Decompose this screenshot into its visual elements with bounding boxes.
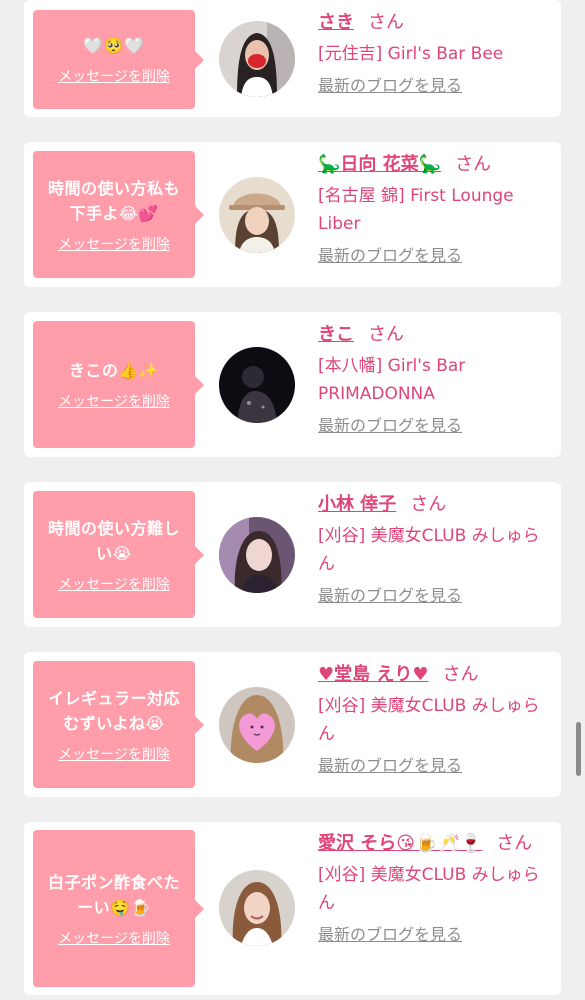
message-bubble: 時間の使い方私も下手よ😂💕 メッセージを削除: [33, 151, 204, 278]
delete-message-link[interactable]: メッセージを削除: [58, 744, 170, 764]
message-bubble: イレギュラー対応むずいよね😭 メッセージを削除: [33, 661, 204, 788]
girl-info: 🦕日向 花菜🦕 さん [名古屋 錦] First Lounge Liber 最新の…: [318, 152, 548, 268]
message-bubble: 白子ポン酢食べたーい🤤🍺 メッセージを削除: [33, 830, 204, 987]
message-card: 時間の使い方私も下手よ😂💕 メッセージを削除 🦕日向 花菜🦕 さん [名古屋 錦]…: [24, 142, 561, 287]
pink-heart-face-photo-icon: [219, 687, 295, 763]
message-bubble: 時間の使い方難しい😭 メッセージを削除: [33, 491, 204, 618]
scrollbar-thumb[interactable]: [576, 722, 581, 776]
latest-blog-link[interactable]: 最新のブログを見る: [318, 414, 548, 438]
message-card: きこの👍✨ メッセージを削除 きこ さん [本八幡] Girl's Bar PRI…: [24, 312, 561, 457]
message-card: 時間の使い方難しい😭 メッセージを削除 小林 倖子 さん [刈谷] 美魔女CLUB…: [24, 482, 561, 627]
honorific: さん: [410, 494, 447, 515]
avatar[interactable]: [219, 517, 295, 593]
honorific: さん: [455, 154, 492, 175]
girl-name-link[interactable]: 小林 倖子: [318, 494, 396, 515]
message-bubble: きこの👍✨ メッセージを削除: [33, 321, 204, 448]
girl-name-link[interactable]: ♥堂島 えり♥: [318, 664, 429, 685]
name-line: さき さん: [318, 10, 548, 36]
message-text: イレギュラー対応むずいよね😭: [47, 688, 180, 733]
latest-blog-link[interactable]: 最新のブログを見る: [318, 923, 548, 947]
name-line: きこ さん: [318, 322, 548, 348]
dark-night-photo-icon: [219, 347, 295, 423]
honorific: さん: [496, 833, 533, 854]
name-line: ♥堂島 えり♥ さん: [318, 662, 548, 688]
girl-name-link[interactable]: 愛沢 そら😘🍺🥂🍷: [318, 833, 482, 854]
honorific: さん: [442, 664, 479, 685]
message-text: 時間の使い方難しい😭: [47, 518, 180, 563]
latest-blog-link[interactable]: 最新のブログを見る: [318, 74, 548, 98]
shop-label: [名古屋 錦] First Lounge Liber: [318, 186, 514, 234]
message-card: 白子ポン酢食べたーい🤤🍺 メッセージを削除 愛沢 そら😘🍺🥂🍷 さん [刈谷] 美…: [24, 822, 561, 995]
avatar[interactable]: [219, 687, 295, 763]
girl-info: さき さん [元住吉] Girl's Bar Bee 最新のブログを見る: [318, 10, 548, 98]
girl-info: 愛沢 そら😘🍺🥂🍷 さん [刈谷] 美魔女CLUB みしゅらん 最新のブログを見る: [318, 831, 548, 947]
message-card: イレギュラー対応むずいよね😭 メッセージを削除 ♥堂島 えり♥ さん [刈谷] 美…: [24, 652, 561, 797]
girl-info: 小林 倖子 さん [刈谷] 美魔女CLUB みしゅらん 最新のブログを見る: [318, 492, 548, 608]
woman-red-mask-photo-icon: [219, 21, 295, 97]
shop-label: [刈谷] 美魔女CLUB みしゅらん: [318, 526, 540, 574]
shop-label: [元住吉] Girl's Bar Bee: [318, 44, 504, 64]
delete-message-link[interactable]: メッセージを削除: [58, 234, 170, 254]
girl-name-link[interactable]: きこ: [318, 324, 354, 345]
avatar[interactable]: [219, 870, 295, 946]
name-line: 小林 倖子 さん: [318, 492, 548, 518]
message-text: きこの👍✨: [68, 361, 160, 380]
girl-info: ♥堂島 えり♥ さん [刈谷] 美魔女CLUB みしゅらん 最新のブログを見る: [318, 662, 548, 778]
message-bubble: 🤍🥺🤍 メッセージを削除: [33, 10, 204, 109]
woman-beige-cap-photo-icon: [219, 177, 295, 253]
latest-blog-link[interactable]: 最新のブログを見る: [318, 244, 548, 268]
woman-purple-light-photo-icon: [219, 517, 295, 593]
shop-label: [本八幡] Girl's Bar PRIMADONNA: [318, 356, 466, 404]
woman-smiling-photo-icon: [219, 870, 295, 946]
latest-blog-link[interactable]: 最新のブログを見る: [318, 754, 548, 778]
avatar[interactable]: [219, 21, 295, 97]
delete-message-link[interactable]: メッセージを削除: [58, 928, 170, 948]
message-list: 🤍🥺🤍 メッセージを削除 さき さん [元住吉] Girl's Bar Bee 最…: [0, 0, 585, 1000]
delete-message-link[interactable]: メッセージを削除: [58, 574, 170, 594]
girl-name-link[interactable]: さき: [318, 12, 354, 33]
avatar[interactable]: [219, 347, 295, 423]
message-text: 時間の使い方私も下手よ😂💕: [47, 178, 180, 223]
girl-name-link[interactable]: 🦕日向 花菜🦕: [318, 154, 441, 175]
latest-blog-link[interactable]: 最新のブログを見る: [318, 584, 548, 608]
message-card: 🤍🥺🤍 メッセージを削除 さき さん [元住吉] Girl's Bar Bee 最…: [24, 0, 561, 117]
shop-label: [刈谷] 美魔女CLUB みしゅらん: [318, 865, 540, 913]
shop-label: [刈谷] 美魔女CLUB みしゅらん: [318, 696, 540, 744]
message-text: 白子ポン酢食べたーい🤤🍺: [47, 872, 180, 917]
name-line: 🦕日向 花菜🦕 さん: [318, 152, 548, 178]
name-line: 愛沢 そら😘🍺🥂🍷 さん: [318, 831, 548, 857]
delete-message-link[interactable]: メッセージを削除: [58, 66, 170, 86]
delete-message-link[interactable]: メッセージを削除: [58, 391, 170, 411]
avatar[interactable]: [219, 177, 295, 253]
girl-info: きこ さん [本八幡] Girl's Bar PRIMADONNA 最新のブログを…: [318, 322, 548, 438]
message-text: 🤍🥺🤍: [83, 36, 145, 55]
honorific: さん: [368, 324, 404, 345]
honorific: さん: [368, 12, 404, 33]
